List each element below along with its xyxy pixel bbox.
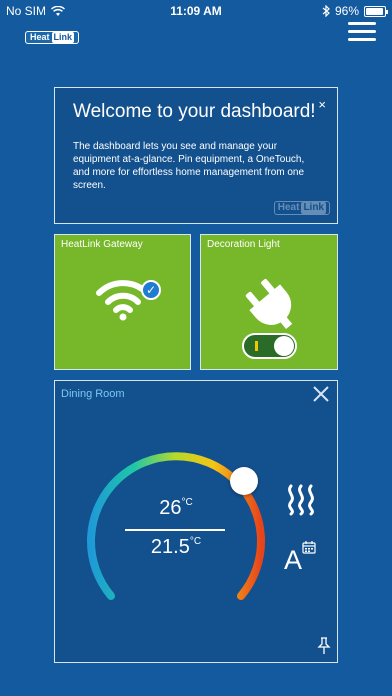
pin-icon[interactable] [317, 637, 331, 655]
room-card-dining-room[interactable]: Dining Room 26°C 21.5°C A [54, 380, 338, 663]
plug-icon [245, 279, 293, 329]
temperature-divider [125, 529, 225, 531]
heatlink-logo: Heat Link [25, 31, 80, 44]
calendar-icon [302, 541, 316, 554]
auto-schedule-icon[interactable]: A [284, 541, 318, 577]
toggle-knob [274, 336, 294, 356]
watermark-link: Link [301, 202, 326, 214]
connected-check-icon: ✓ [141, 280, 161, 300]
welcome-body: The dashboard lets you see and manage yo… [73, 141, 305, 191]
battery-percent: 96% [334, 4, 359, 18]
close-icon[interactable] [312, 385, 330, 403]
status-bar: No SIM 11:09 AM 96% [0, 0, 392, 22]
welcome-watermark-logo: Heat Link [273, 201, 330, 215]
welcome-card: Welcome to your dashboard! × The dashboa… [54, 87, 338, 224]
dial-knob-handle[interactable] [230, 467, 258, 495]
tile-heatlink-gateway[interactable]: HeatLink Gateway ✓ [54, 234, 191, 370]
room-title: Dining Room [61, 388, 125, 400]
target-temp-unit: °C [189, 536, 202, 547]
logo-heat: Heat [30, 32, 50, 42]
welcome-close-button[interactable]: × [318, 97, 326, 112]
watermark-heat: Heat [277, 202, 300, 213]
battery-fill [366, 7, 384, 15]
current-temp-unit: °C [181, 497, 193, 508]
welcome-title: Welcome to your dashboard! [73, 101, 316, 122]
heating-icon[interactable] [284, 484, 318, 516]
hamburger-menu-icon[interactable] [348, 22, 378, 42]
tile-decoration-light[interactable]: Decoration Light [200, 234, 338, 370]
battery-icon [364, 5, 388, 17]
logo-link: Link [51, 32, 75, 43]
status-right: 96% [322, 4, 388, 18]
toggle-on-indicator [255, 341, 258, 351]
tile-gateway-title: HeatLink Gateway [61, 239, 143, 250]
bluetooth-icon [322, 5, 330, 17]
target-temp-value: 21.5 [150, 536, 190, 558]
target-temperature: 21.5°C [131, 536, 221, 559]
auto-mode-letter: A [284, 545, 303, 575]
current-temperature: 26°C [131, 497, 221, 520]
current-temp-value: 26 [159, 497, 182, 519]
tile-light-title: Decoration Light [207, 239, 280, 250]
light-toggle[interactable] [242, 333, 297, 359]
